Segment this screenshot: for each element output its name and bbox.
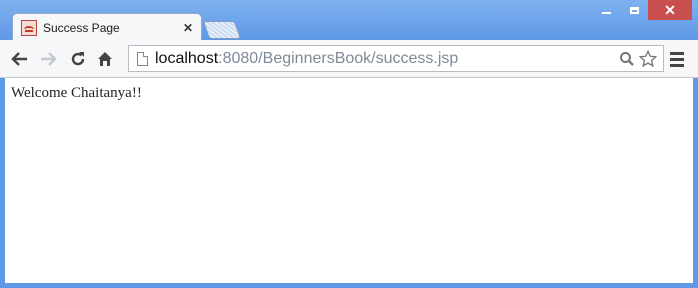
page-icon bbox=[137, 51, 148, 66]
menu-button[interactable] bbox=[670, 52, 684, 70]
maximize-button[interactable] bbox=[620, 0, 648, 20]
welcome-message: Welcome Chaitanya!! bbox=[11, 85, 142, 101]
minimize-icon bbox=[601, 12, 611, 14]
star-icon[interactable] bbox=[639, 50, 657, 68]
page-favicon-icon bbox=[21, 20, 37, 36]
back-button[interactable] bbox=[10, 49, 30, 69]
url-path: :8080/BeginnersBook/success.jsp bbox=[218, 49, 459, 67]
forward-button[interactable] bbox=[38, 49, 58, 69]
window-controls: ✕ bbox=[592, 0, 692, 22]
menu-icon bbox=[670, 52, 684, 55]
reload-icon bbox=[71, 52, 85, 66]
close-icon: ✕ bbox=[664, 2, 676, 18]
new-tab-button[interactable] bbox=[202, 21, 242, 39]
reload-button[interactable] bbox=[68, 49, 88, 69]
url-host: localhost bbox=[155, 49, 219, 67]
maximize-icon bbox=[629, 6, 639, 14]
home-icon bbox=[98, 52, 112, 66]
tab-success-page[interactable]: Success Page ✕ bbox=[12, 13, 202, 41]
toolbar: localhost:8080/BeginnersBook/success.jsp bbox=[0, 40, 698, 78]
close-window-button[interactable]: ✕ bbox=[648, 0, 692, 20]
forward-arrow-icon bbox=[41, 52, 57, 66]
page-content: Welcome Chaitanya!! bbox=[5, 78, 693, 283]
browser-window: ✕ Success Page ✕ localhost:8080/Beginner… bbox=[0, 0, 698, 288]
url-text[interactable]: localhost:8080/BeginnersBook/success.jsp bbox=[155, 50, 458, 68]
tab-title: Success Page bbox=[43, 21, 120, 35]
tab-close-button[interactable]: ✕ bbox=[183, 21, 193, 35]
address-bar[interactable]: localhost:8080/BeginnersBook/success.jsp bbox=[128, 45, 664, 72]
home-button[interactable] bbox=[95, 49, 115, 69]
back-arrow-icon bbox=[11, 52, 27, 66]
minimize-button[interactable] bbox=[592, 0, 620, 20]
search-icon[interactable] bbox=[619, 51, 635, 67]
